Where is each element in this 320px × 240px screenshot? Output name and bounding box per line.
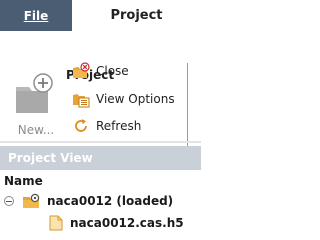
new-project-label: New... [17, 123, 55, 137]
view-options-label: View Options [96, 92, 175, 106]
refresh-button[interactable]: Refresh [72, 115, 141, 137]
tree-item-case-file-label: naca0012.cas.h5 [70, 216, 184, 230]
project-view-title: Project View [8, 151, 93, 165]
name-column-header[interactable]: Name [0, 172, 201, 190]
refresh-label: Refresh [96, 119, 142, 133]
ribbon-bottom-border [0, 141, 201, 143]
new-project-button[interactable]: New... [8, 71, 60, 137]
name-column-label: Name [4, 174, 43, 188]
new-folder-icon [16, 73, 53, 113]
tree-item-project[interactable]: naca0012 (loaded) [0, 191, 201, 211]
view-options-button[interactable]: View Options [72, 88, 175, 110]
case-file-icon [49, 215, 63, 231]
collapse-toggle-icon[interactable] [4, 196, 14, 206]
close-label: Close [96, 64, 129, 78]
project-view-header: Project View [0, 146, 201, 170]
tab-file[interactable]: File [0, 0, 72, 31]
tree-item-case-file[interactable]: naca0012.cas.h5 [0, 213, 201, 233]
tab-project[interactable]: Project [72, 0, 201, 31]
tab-file-label: File [23, 8, 49, 23]
project-folder-gear-icon [23, 193, 40, 208]
tab-bar: File Project [0, 0, 201, 31]
tab-project-label: Project [110, 8, 163, 23]
close-button[interactable]: Close [72, 60, 129, 82]
view-options-icon [73, 94, 90, 108]
close-folder-icon [73, 62, 90, 78]
refresh-icon [75, 119, 87, 132]
ribbon: New... Project Close View Options Refres… [0, 31, 201, 163]
tree-item-project-label: naca0012 (loaded) [47, 194, 174, 208]
